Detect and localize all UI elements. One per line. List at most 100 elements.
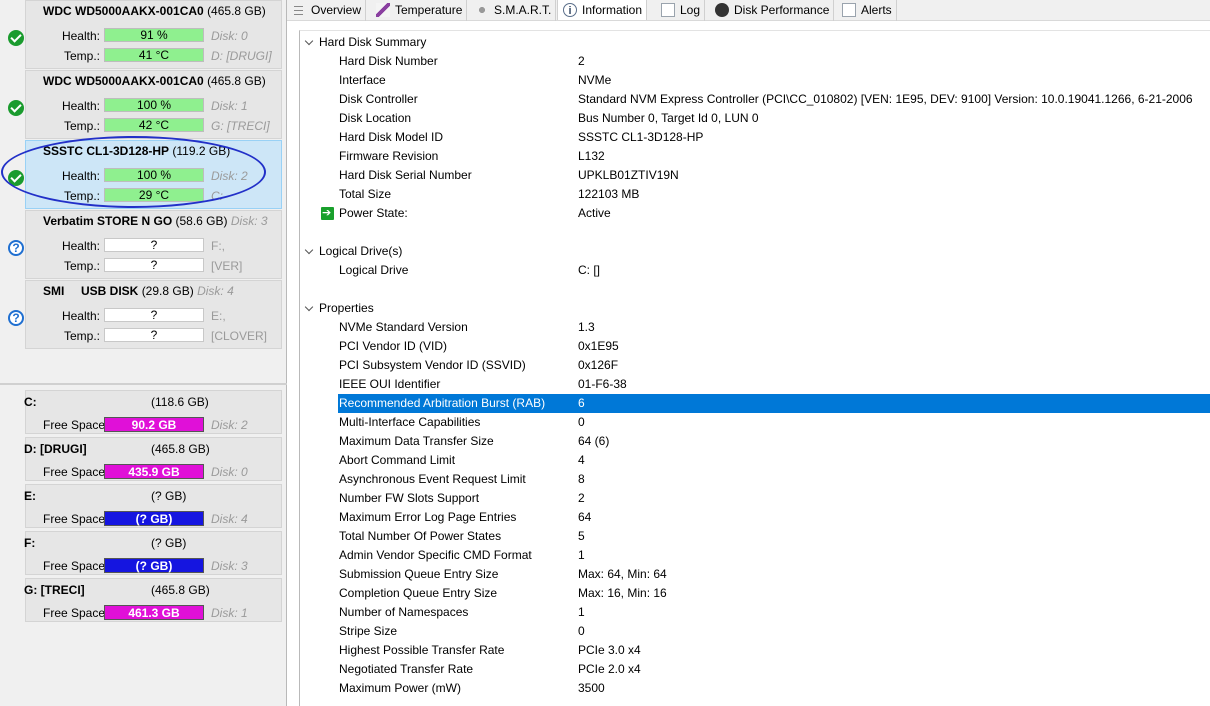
- info-row[interactable]: Asynchronous Event Request Limit 8: [338, 470, 1210, 489]
- disk-title: WDC WD5000AAKX-001CA0 (465.8 GB): [43, 74, 266, 88]
- info-row[interactable]: Firmware Revision L132: [338, 147, 1210, 166]
- info-row[interactable]: Admin Vendor Specific CMD Format 1: [338, 546, 1210, 565]
- disk-title: WDC WD5000AAKX-001CA0 (465.8 GB): [43, 4, 266, 18]
- info-value: Max: 16, Min: 16: [578, 586, 667, 600]
- info-row[interactable]: PCI Subsystem Vendor ID (SSVID) 0x126F: [338, 356, 1210, 375]
- disk-size: (465.8 GB): [207, 74, 266, 88]
- info-key: Multi-Interface Capabilities: [339, 415, 481, 429]
- tab-smart[interactable]: S.M.A.R.T.: [470, 0, 557, 21]
- disk-card[interactable]: SMI USB DISK (29.8 GB) Disk: 4 Health: ?…: [8, 280, 282, 349]
- volume-size: (? GB): [151, 536, 187, 550]
- info-row[interactable]: Multi-Interface Capabilities 0: [338, 413, 1210, 432]
- tab-alerts[interactable]: Alerts: [837, 0, 897, 21]
- info-row[interactable]: NVMe Standard Version 1.3: [338, 318, 1210, 337]
- info-row[interactable]: Stripe Size 0: [338, 622, 1210, 641]
- temp-bar: 41 °C: [104, 48, 204, 62]
- info-row[interactable]: Total Size 122103 MB: [338, 185, 1210, 204]
- thermometer-icon: [376, 3, 390, 17]
- free-space-label: Free Space: [43, 418, 106, 432]
- info-icon: [563, 0, 577, 22]
- disk-card[interactable]: Verbatim STORE N GO (58.6 GB) Disk: 3 He…: [8, 210, 282, 279]
- disk-model: Verbatim STORE N GO: [43, 214, 173, 228]
- disk-title: SSSTC CL1-3D128-HP (119.2 GB): [43, 144, 230, 158]
- info-key: Hard Disk Model ID: [339, 130, 444, 144]
- info-row[interactable]: Hard Disk Number 2: [338, 52, 1210, 71]
- free-space-label: Free Space: [43, 559, 106, 573]
- volume-disk-number: Disk: 1: [211, 606, 248, 620]
- info-value: 3500: [578, 681, 605, 695]
- temp-bar: ?: [104, 258, 204, 272]
- disk-card[interactable]: WDC WD5000AAKX-001CA0 (465.8 GB) Health:…: [8, 0, 282, 69]
- info-row[interactable]: Hard Disk Model ID SSSTC CL1-3D128-HP: [338, 128, 1210, 147]
- disk-size: (465.8 GB): [207, 4, 266, 18]
- collapse-chevron-icon[interactable]: [305, 303, 316, 312]
- volume-card[interactable]: F: (? GB) Free Space (? GB) Disk: 3: [24, 531, 282, 575]
- disk-card-selected[interactable]: SSSTC CL1-3D128-HP (119.2 GB) Health: 10…: [8, 140, 282, 209]
- collapse-chevron-icon[interactable]: [305, 37, 316, 46]
- tab-information[interactable]: Information: [557, 0, 648, 22]
- free-space-bar: (? GB): [104, 558, 204, 573]
- drive-letters: D: [DRUGI]: [211, 49, 272, 63]
- info-key: Negotiated Transfer Rate: [339, 662, 474, 676]
- info-row[interactable]: Disk Location Bus Number 0, Target Id 0, …: [338, 109, 1210, 128]
- volume-card[interactable]: C: (118.6 GB) Free Space 90.2 GB Disk: 2: [24, 390, 282, 434]
- section-hard-disk-summary[interactable]: Hard Disk Summary: [305, 35, 426, 49]
- volume-size: (465.8 GB): [151, 442, 210, 456]
- info-row[interactable]: Maximum Power (mW) 3500: [338, 679, 1210, 698]
- disk-number: Disk: 3: [230, 214, 268, 228]
- panel-splitter[interactable]: [0, 383, 287, 385]
- info-value: Active: [578, 206, 611, 220]
- info-value: 4: [578, 453, 585, 467]
- info-row[interactable]: Highest Possible Transfer Rate PCIe 3.0 x…: [338, 641, 1210, 660]
- info-row[interactable]: Maximum Data Transfer Size 64 (6): [338, 432, 1210, 451]
- info-row[interactable]: Number FW Slots Support 2: [338, 489, 1210, 508]
- health-unknown-icon: [8, 310, 24, 326]
- info-row[interactable]: Power State: Active: [321, 203, 1210, 223]
- drive-letters: G: [TRECI]: [211, 119, 270, 133]
- drive-letters: C:: [211, 189, 223, 203]
- info-row[interactable]: Abort Command Limit 4: [338, 451, 1210, 470]
- info-key: Maximum Power (mW): [339, 681, 461, 695]
- tab-log[interactable]: Log: [656, 0, 706, 21]
- info-row[interactable]: Interface NVMe: [338, 71, 1210, 90]
- disk-title: SMI USB DISK (29.8 GB) Disk: 4: [43, 284, 234, 298]
- info-value: PCIe 3.0 x4: [578, 643, 641, 657]
- section-properties[interactable]: Properties: [305, 301, 374, 315]
- info-row[interactable]: Logical Drive C: []: [338, 261, 1210, 280]
- disk-card[interactable]: WDC WD5000AAKX-001CA0 (465.8 GB) Health:…: [8, 70, 282, 139]
- info-key: Hard Disk Serial Number: [339, 168, 472, 182]
- info-row[interactable]: Total Number Of Power States 5: [338, 527, 1210, 546]
- tab-disk-performance[interactable]: Disk Performance: [710, 0, 835, 21]
- health-bar: 100 %: [104, 168, 204, 182]
- collapse-chevron-icon[interactable]: [305, 246, 316, 255]
- info-row[interactable]: PCI Vendor ID (VID) 0x1E95: [338, 337, 1210, 356]
- info-row[interactable]: Maximum Error Log Page Entries 64: [338, 508, 1210, 527]
- free-space-bar: (? GB): [104, 511, 204, 526]
- info-value: NVMe: [578, 73, 612, 87]
- info-row-selected[interactable]: Recommended Arbitration Burst (RAB) 6: [338, 394, 1210, 413]
- info-row[interactable]: Number of Namespaces 1: [338, 603, 1210, 622]
- info-row[interactable]: Hard Disk Serial Number UPKLB01ZTIV19N: [338, 166, 1210, 185]
- info-value: 2: [578, 491, 585, 505]
- volume-card[interactable]: D: [DRUGI] (465.8 GB) Free Space 435.9 G…: [24, 437, 282, 481]
- health-ok-icon: [8, 100, 24, 116]
- info-row[interactable]: Disk Controller Standard NVM Express Cont…: [338, 90, 1210, 109]
- disk-model: WDC WD5000AAKX-001CA0: [43, 4, 204, 18]
- info-row[interactable]: Submission Queue Entry Size Max: 64, Min:…: [338, 565, 1210, 584]
- temp-label: Temp.:: [63, 189, 100, 203]
- info-row[interactable]: Negotiated Transfer Rate PCIe 2.0 x4: [338, 660, 1210, 679]
- section-logical-drives[interactable]: Logical Drive(s): [305, 244, 402, 258]
- info-row[interactable]: Completion Queue Entry Size Max: 16, Min:…: [338, 584, 1210, 603]
- info-value: 0: [578, 624, 585, 638]
- tab-temperature-label: Temperature: [395, 3, 463, 17]
- volume-card[interactable]: E: (? GB) Free Space (? GB) Disk: 4: [24, 484, 282, 528]
- volume-label: [VER]: [211, 259, 243, 273]
- info-value: Standard NVM Express Controller (PCI\CC_…: [578, 92, 1193, 106]
- info-row[interactable]: IEEE OUI Identifier 01-F6-38: [338, 375, 1210, 394]
- tab-overview[interactable]: Overview: [287, 0, 367, 21]
- volume-card[interactable]: G: [TRECI] (465.8 GB) Free Space 461.3 G…: [24, 578, 282, 622]
- info-value: Bus Number 0, Target Id 0, LUN 0: [578, 111, 759, 125]
- tab-temperature[interactable]: Temperature: [371, 0, 468, 21]
- health-label: Health:: [61, 99, 100, 113]
- log-icon: [661, 3, 675, 17]
